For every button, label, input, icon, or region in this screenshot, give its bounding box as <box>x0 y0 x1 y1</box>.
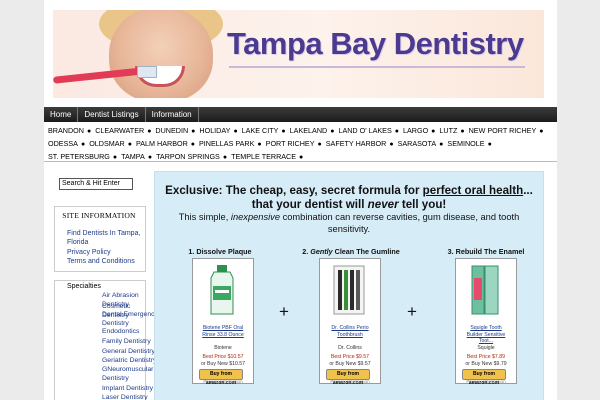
city-link[interactable]: PINELLAS PARK <box>199 138 254 150</box>
city-link[interactable]: NEW PORT RICHEY <box>469 125 537 137</box>
product-1-maker: Biotene <box>214 345 232 351</box>
bullet-icon: ● <box>439 141 444 148</box>
city-link[interactable]: BRANDON <box>48 125 84 137</box>
specialty-link[interactable]: Geriatric Dentistry <box>102 357 158 366</box>
product-1-best-price[interactable]: Best Price $10.57 <box>197 354 249 360</box>
bullet-icon: ● <box>190 141 196 148</box>
city-link[interactable]: LAND O' LAKES <box>338 125 391 137</box>
product-3-buy-new: or Buy New $9.79 <box>465 361 507 367</box>
bullet-icon: ● <box>147 128 152 135</box>
product-3-title[interactable]: Squigle Tooth Builder Sensitive Toot... <box>462 325 510 345</box>
city-link[interactable]: HOLIDAY <box>199 125 230 137</box>
bullet-icon: ● <box>127 141 132 148</box>
product-2-best-price[interactable]: Best Price $9.57 <box>324 354 376 360</box>
site-logo[interactable]: Tampa Bay Dentistry <box>227 26 524 62</box>
bullet-icon: ● <box>539 128 544 135</box>
bullet-icon: ● <box>281 128 286 135</box>
city-link[interactable]: ODESSA <box>48 138 78 150</box>
specialty-link[interactable]: Laser Dentistry <box>102 394 158 400</box>
product-card-2[interactable]: Dr. Collins Perio Toothbrush Dr. Collins… <box>319 258 381 386</box>
bullet-icon: ● <box>80 141 86 148</box>
product-1-title[interactable]: Biotene PBF Oral Rinse 33.8 Ounce <box>199 325 247 338</box>
city-link[interactable]: SARASOTA <box>398 138 437 150</box>
step-3-label: 3. Rebuild The Enamel <box>447 247 525 256</box>
main-nav: Home Dentist Listings Information <box>44 107 557 122</box>
product-2-buy-new: or Buy New $9.57 <box>329 361 371 367</box>
city-link[interactable]: LAKE CITY <box>242 125 279 137</box>
site-info-title: SITE INFORMATION <box>62 211 136 220</box>
bullet-icon: ● <box>233 128 238 135</box>
bullet-icon: ● <box>460 128 465 135</box>
step-1-label: 1. Dissolve Plaque <box>188 247 252 256</box>
header-divider <box>44 161 557 162</box>
specialty-link[interactable]: Endodontics <box>102 328 158 337</box>
promo-title-line2: that your dentist will never tell you! <box>251 198 447 211</box>
specialty-link[interactable]: Family Dentistry <box>102 338 158 347</box>
header-banner: Tampa Bay Dentistry <box>53 10 544 98</box>
page: Tampa Bay Dentistry Home Dentist Listing… <box>44 0 557 400</box>
city-link[interactable]: LAKELAND <box>290 125 328 137</box>
toothpaste-icon[interactable] <box>468 264 502 316</box>
city-link[interactable]: PALM HARBOR <box>136 138 188 150</box>
link-find-dentists[interactable]: Find Dentists In Tampa, Florida <box>67 229 141 247</box>
product-2-maker: Dr. Collins <box>338 345 362 351</box>
product-card-1[interactable]: Biotene PBF Oral Rinse 33.8 Ounce Bioten… <box>192 258 254 386</box>
product-3-best-price[interactable]: Best Price $7.89 <box>460 354 512 360</box>
specialty-link[interactable]: GNeuromuscular Dentistry <box>102 366 158 383</box>
promo-subtitle: This simple, inexpensive combination can… <box>178 212 520 234</box>
bullet-icon: ● <box>299 154 304 161</box>
specialty-link[interactable]: General Dentistry <box>102 348 158 357</box>
bullet-icon: ● <box>222 154 228 161</box>
link-privacy-policy[interactable]: Privacy Policy <box>67 248 111 257</box>
city-link[interactable]: OLDSMAR <box>89 138 125 150</box>
logo-underline <box>229 66 525 68</box>
nav-information[interactable]: Information <box>146 107 199 122</box>
city-link[interactable]: SEMINOLE <box>447 138 484 150</box>
specialty-link[interactable]: Implant Dentistry <box>102 385 158 394</box>
bullet-icon: ● <box>394 128 399 135</box>
product-card-3[interactable]: Squigle Tooth Builder Sensitive Toot... … <box>455 258 517 386</box>
bullet-icon: ● <box>257 141 262 148</box>
toothbrush-pack-icon[interactable] <box>332 264 366 316</box>
bullet-icon: ● <box>431 128 436 135</box>
link-terms[interactable]: Terms and Conditions <box>67 257 135 266</box>
nav-dentist-listings[interactable]: Dentist Listings <box>78 107 146 122</box>
plus-sign-1: + <box>279 302 289 321</box>
product-1-buy-new: or Buy New $10.57 <box>200 361 246 367</box>
promo-panel: Exclusive: The cheap, easy, secret formu… <box>154 171 544 400</box>
product-2-title[interactable]: Dr. Collins Perio Toothbrush <box>326 325 374 338</box>
toothbrush-head-graphic <box>137 66 157 78</box>
bullet-icon: ● <box>191 128 196 135</box>
bullet-icon: ● <box>147 154 153 161</box>
mouthwash-bottle-icon[interactable] <box>205 264 239 316</box>
step-2-label: 2. Gently Clean The Gumline <box>302 247 400 256</box>
specialties-title: Specialties <box>67 283 101 290</box>
nav-home[interactable]: Home <box>44 107 79 122</box>
perfect-oral-health-link[interactable]: perfect oral health <box>423 184 524 197</box>
product-3-maker: Squigle <box>477 345 495 351</box>
specialty-link[interactable]: Dental Emergency Dentistry <box>102 311 158 328</box>
bullet-icon: ● <box>86 128 92 135</box>
bullet-icon: ● <box>112 154 118 161</box>
plus-sign-2: + <box>407 302 417 321</box>
bullet-icon: ● <box>317 141 322 148</box>
product-2-privacy[interactable]: Privacy Information <box>326 379 374 384</box>
product-1-privacy[interactable]: Privacy Information <box>199 379 247 384</box>
bullet-icon: ● <box>330 128 335 135</box>
promo-title-line1: Exclusive: The cheap, easy, secret formu… <box>165 184 533 197</box>
city-link[interactable]: PORT RICHEY <box>266 138 315 150</box>
city-link[interactable]: DUNEDIN <box>155 125 188 137</box>
search-input[interactable]: Search & Hit Enter <box>59 178 133 190</box>
city-link[interactable]: SAFETY HARBOR <box>326 138 387 150</box>
product-3-privacy[interactable]: Privacy Information <box>462 379 510 384</box>
city-list: BRANDON ● CLEARWATER ● DUNEDIN ● HOLIDAY ● LAKE … <box>48 125 557 164</box>
bullet-icon: ● <box>487 141 492 148</box>
city-link[interactable]: CLEARWATER <box>95 125 144 137</box>
city-link[interactable]: LARGO <box>403 125 428 137</box>
city-link[interactable]: LUTZ <box>439 125 457 137</box>
bullet-icon: ● <box>389 141 394 148</box>
